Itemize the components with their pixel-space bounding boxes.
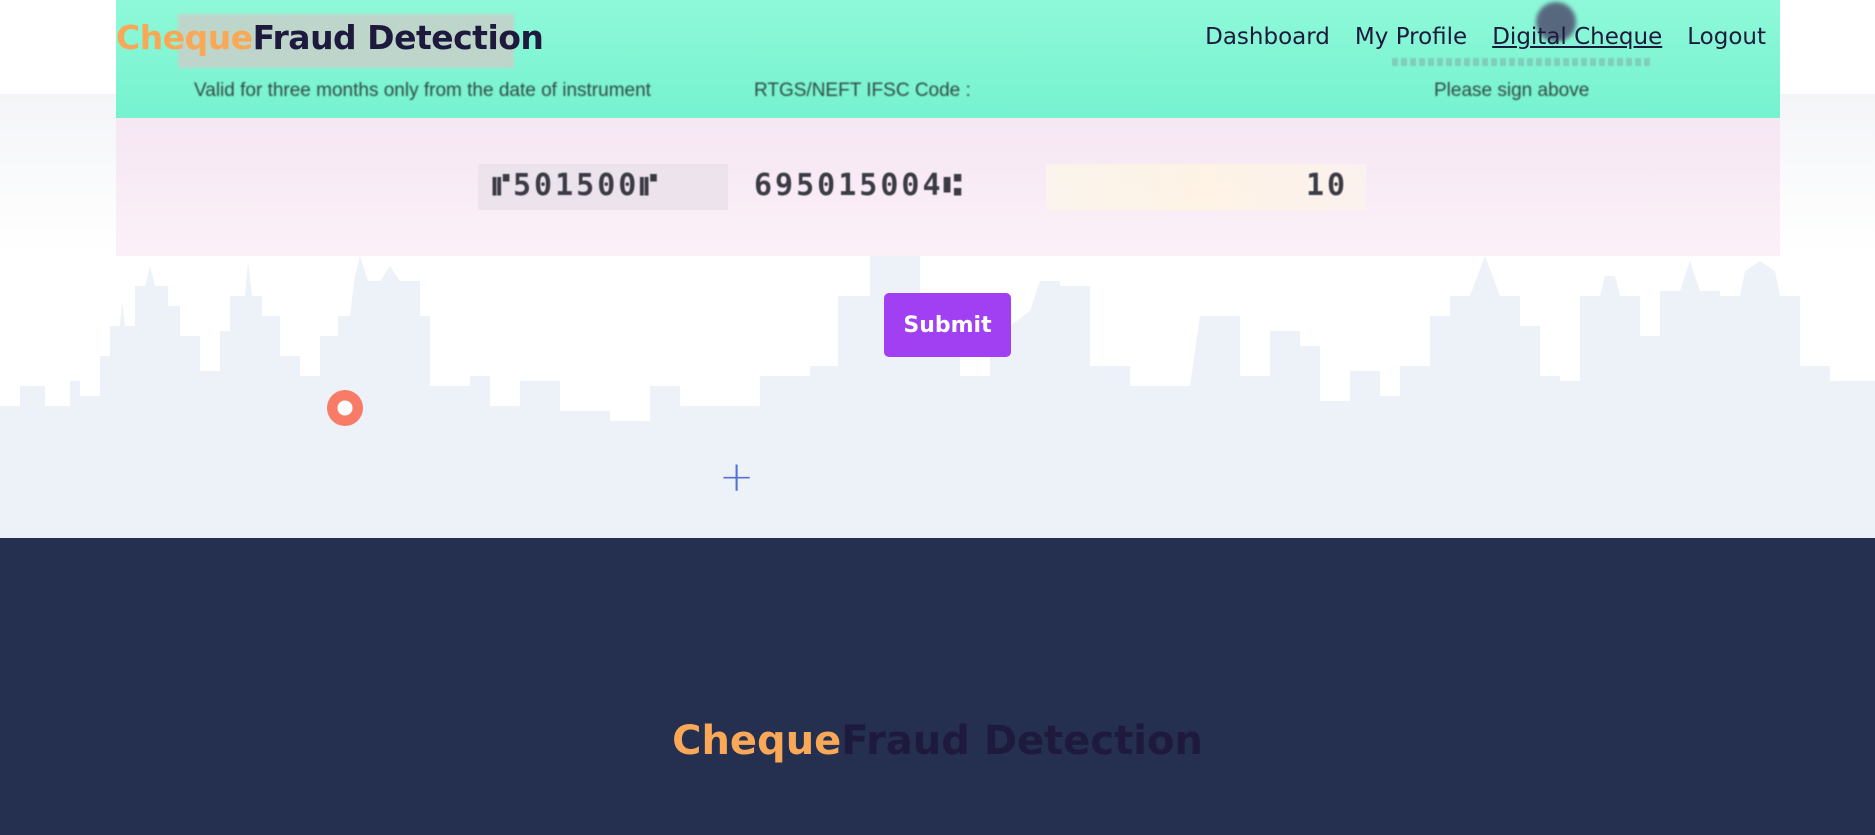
header-right-bg <box>1780 0 1875 94</box>
nav-my-profile[interactable]: My Profile <box>1355 24 1467 50</box>
brand-logo[interactable]: ChequeFraud Detection <box>116 18 544 57</box>
submit-button[interactable]: Submit <box>884 293 1011 357</box>
brand-logo-part1: Cheque <box>116 18 253 57</box>
cheque-micr-band: ⑈501500⑈ 695015004⑆ 10 <box>116 118 1780 256</box>
top-navbar: ChequeFraud Detection Dashboard My Profi… <box>0 0 1875 94</box>
footer-brand-logo[interactable]: ChequeFraud Detection <box>0 718 1875 764</box>
nav-dashboard[interactable]: Dashboard <box>1205 24 1330 50</box>
micr-tail: 10 <box>1306 168 1349 203</box>
footer-brand-part2: Fraud Detection <box>841 718 1203 764</box>
plus-decoration-icon: + <box>719 452 755 501</box>
footer-brand-part1: Cheque <box>672 718 842 764</box>
header-left-bg <box>0 0 116 94</box>
micr-cheque-number: ⑈501500⑈ <box>492 168 661 203</box>
ring-decoration-icon <box>327 390 363 426</box>
micr-code: 695015004⑆ <box>754 168 965 203</box>
footer: ChequeFraud Detection <box>0 538 1875 835</box>
main-nav: Dashboard My Profile Digital Cheque Logo… <box>1205 24 1766 50</box>
nav-logout[interactable]: Logout <box>1687 24 1766 50</box>
nav-digital-cheque[interactable]: Digital Cheque <box>1492 24 1662 50</box>
brand-logo-part2: Fraud Detection <box>252 18 544 57</box>
